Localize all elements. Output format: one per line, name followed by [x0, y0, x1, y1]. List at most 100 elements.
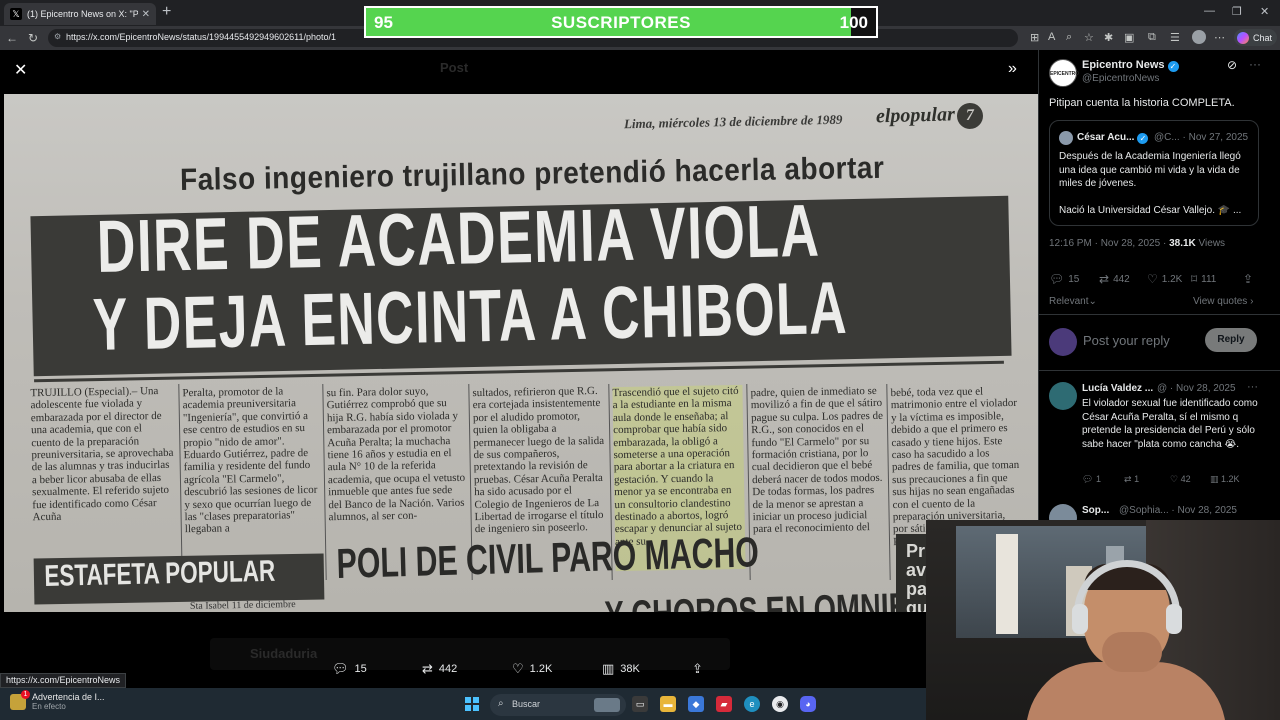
store-app-icon[interactable]: ▰ [716, 696, 732, 712]
heart-icon: ♡ [512, 661, 524, 676]
notification-subtitle: En efecto [32, 702, 66, 711]
share-icon: ⇪ [1243, 272, 1254, 286]
view-quotes-link[interactable]: View quotes › [1193, 296, 1253, 307]
back-icon[interactable]: ← [6, 30, 18, 46]
tweet-sidebar: EPICENTRO Epicentro News ✓ @EpicentroNews… [1038, 50, 1280, 532]
sort-relevant-dropdown[interactable]: Relevant⌄ [1049, 296, 1097, 307]
restore-icon[interactable]: ❐ [1232, 5, 1242, 18]
reply-button[interactable]: 💬︎ 15 [1049, 272, 1079, 286]
windows-start-icon[interactable] [465, 697, 479, 711]
quoted-tweet[interactable]: César Acu... ✓ @C... · Nov 27, 2025 Despu… [1049, 120, 1259, 226]
photo-viewer: Post ✕ » Lima, miércoles 13 de diciembre… [0, 50, 1038, 688]
newspaper-masthead: elpopular 7 [876, 102, 984, 132]
edge-icon[interactable]: e [744, 696, 760, 712]
ghost-post-label: Post [440, 60, 469, 75]
taskbar-search[interactable]: ⌕ Buscar [490, 694, 626, 716]
tweet-text: Pitipan cuenta la historia COMPLETA. [1049, 97, 1235, 109]
right-box-text: Pr av pa qu [906, 541, 928, 613]
more-options-icon[interactable]: ··· [1249, 57, 1261, 71]
tweet-views-label: Views [1198, 238, 1226, 249]
my-avatar[interactable] [1049, 328, 1077, 356]
small-dateline: Sta Isabel 11 de diciembre [189, 599, 296, 612]
profile-avatar[interactable] [1192, 30, 1206, 44]
reply-1-text: El violador sexual fue identificado como… [1082, 398, 1258, 450]
reply-1-avatar[interactable] [1049, 382, 1077, 410]
share-button[interactable]: ⇪ [1243, 272, 1257, 286]
more-options-icon[interactable]: ··· [1247, 381, 1258, 393]
tab-close-icon[interactable]: ✕ [142, 9, 150, 20]
viewer-like-count: 1.2K [529, 663, 553, 675]
reply-submit-button[interactable]: Reply [1205, 328, 1257, 352]
reply-1-views[interactable]: ▥ 1.2K [1210, 474, 1240, 485]
copilot-app-icon[interactable]: ◆ [688, 696, 704, 712]
repost-count: 442 [1113, 273, 1130, 285]
repost-button[interactable]: ⇄ 442 [1099, 272, 1130, 286]
favorites-star-icon[interactable]: ☆ [1084, 31, 1094, 44]
discord-icon[interactable]: ◕ [800, 696, 816, 712]
settings-menu-icon[interactable]: ⋯ [1214, 31, 1225, 44]
copilot-chat-button[interactable]: Chat [1234, 29, 1278, 46]
like-button[interactable]: ♡ 1.2K [1147, 272, 1182, 286]
author-avatar[interactable]: EPICENTRO [1049, 59, 1079, 87]
reload-icon[interactable]: ↻ [28, 30, 38, 46]
viewer-repost-button[interactable]: ⇄ 442 [422, 661, 457, 677]
status-url-tooltip: https://x.com/EpicentroNews [0, 673, 127, 688]
grok-icon[interactable]: ⊘ [1227, 58, 1237, 72]
viewer-like-button[interactable]: ♡ 1.2K [512, 661, 552, 677]
reply-1-replies[interactable]: 💬︎ 1 [1082, 474, 1101, 485]
chrome-icon[interactable]: ◉ [772, 696, 788, 712]
browser-favorites-icon[interactable]: ☰ [1170, 31, 1180, 44]
divider [1039, 370, 1280, 371]
subscriber-goal: 100 [839, 13, 868, 32]
tab-title: (1) Epicentro News on X: "Pitipan cuenta [27, 9, 138, 19]
split-screen-icon[interactable]: ▣ [1124, 31, 1134, 44]
author-handle[interactable]: @EpicentroNews [1082, 73, 1159, 84]
reply-1-likes-count: 42 [1180, 474, 1191, 484]
viewer-reply-count: 15 [354, 663, 367, 675]
minimize-icon[interactable]: — [1204, 5, 1215, 17]
bookmark-button[interactable]: ⌑ 111 [1191, 272, 1216, 286]
reply-icon: 💬︎ [332, 661, 349, 676]
views-icon: ▥ [1210, 474, 1219, 484]
repost-icon: ⇄ [1099, 272, 1110, 286]
file-explorer-icon[interactable]: ▬ [660, 696, 676, 712]
reply-1-reposts[interactable]: ⇄ 1 [1124, 474, 1139, 485]
copilot-icon [1237, 31, 1249, 44]
reply-1-author[interactable]: Lucía Valdez ... [1082, 383, 1153, 394]
bookmark-icon: ⌑ [1191, 272, 1198, 286]
window-close-icon[interactable]: ✕ [1260, 5, 1269, 18]
reply-icon: 💬︎ [1082, 474, 1094, 484]
quoted-text: Después de la Academia Ingeniería llegó … [1059, 151, 1241, 189]
site-info-icon[interactable]: ⚙ [54, 32, 61, 41]
task-view-icon[interactable]: ▭ [632, 696, 648, 712]
headline-line-2: Y DEJA ENCINTA A CHIBOLA [92, 265, 849, 366]
viewer-share-button[interactable]: ⇪ [692, 661, 709, 677]
bookmark-count: 111 [1201, 273, 1217, 285]
viewer-reply-button[interactable]: 💬︎ 15 [332, 661, 367, 677]
extensions-icon[interactable]: ✱ [1104, 31, 1113, 44]
repost-icon: ⇄ [1124, 474, 1132, 484]
collections-icon[interactable]: ⧉ [1148, 31, 1156, 44]
reply-count: 15 [1068, 273, 1080, 285]
close-icon[interactable]: ✕ [14, 60, 27, 80]
viewer-repost-count: 442 [438, 663, 458, 675]
browser-tab[interactable]: 𝕏 (1) Epicentro News on X: "Pitipan cuen… [4, 3, 156, 25]
reply-2-author[interactable]: Sop... [1082, 505, 1109, 516]
read-aloud-icon[interactable]: A [1048, 31, 1055, 43]
reply-input[interactable]: Post your reply [1083, 333, 1170, 348]
sort-label: Relevant [1049, 296, 1089, 307]
ghost-reply-row: Siudaduria [210, 638, 730, 670]
expand-icon[interactable]: » [1008, 60, 1017, 78]
verified-badge-icon: ✓ [1167, 61, 1179, 72]
taskbar-notification[interactable]: 1 Advertencia de I... En efecto [10, 690, 105, 711]
author-name[interactable]: Epicentro News ✓ [1082, 59, 1179, 72]
viewer-views-button[interactable]: ▥ 38K [602, 661, 640, 677]
article-column-1: TRUJILLO (Especial).– Una adolescente fu… [30, 385, 174, 524]
reply-1-likes[interactable]: ♡ 42 [1170, 474, 1191, 485]
new-tab-icon[interactable]: + [162, 4, 171, 20]
translate-icon[interactable]: ⊞ [1030, 31, 1039, 44]
quoted-author-text: César Acu... [1077, 132, 1135, 143]
section-tag: ESTAFETA POPULAR [44, 554, 276, 593]
warning-app-icon: 1 [10, 690, 30, 710]
zoom-icon[interactable]: ⌕ [1066, 31, 1072, 44]
